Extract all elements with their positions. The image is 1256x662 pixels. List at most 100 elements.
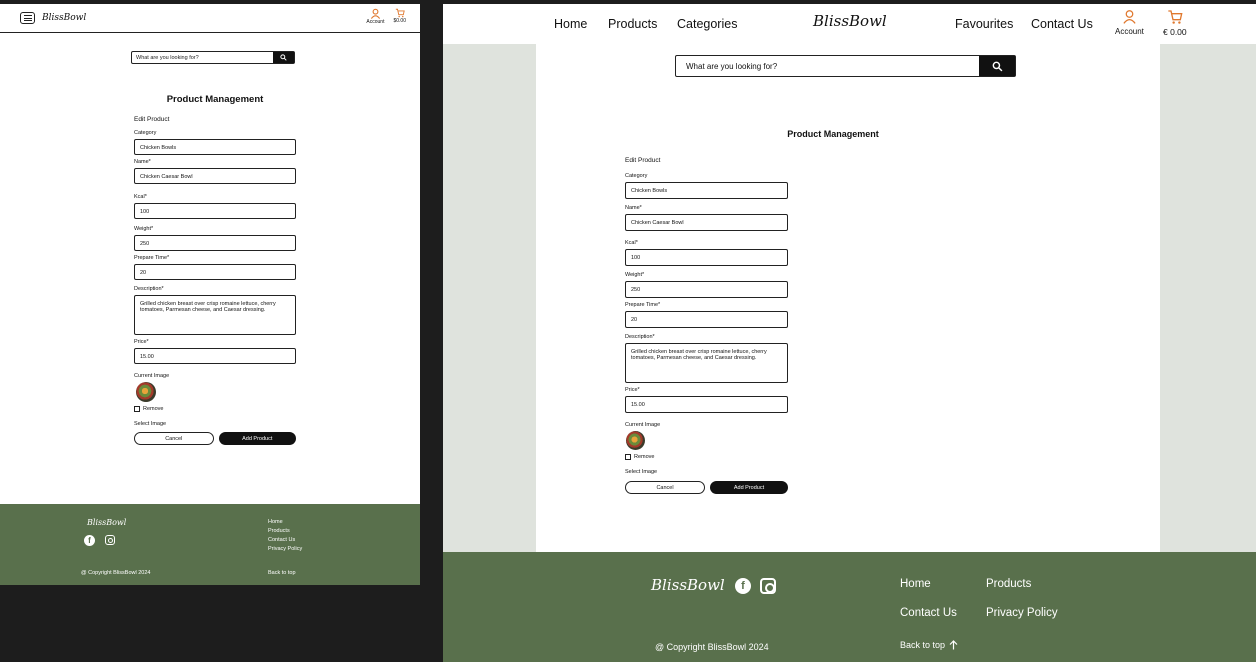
instagram-icon[interactable]: [760, 578, 776, 594]
facebook-icon[interactable]: f: [735, 578, 751, 594]
prepare-time-label: Prepare Time*: [134, 255, 170, 261]
back-to-top-link[interactable]: Back to top: [900, 640, 958, 650]
footer-link-contact[interactable]: Contact Us: [900, 607, 957, 619]
search-button[interactable]: [273, 52, 294, 63]
price-label: Price*: [134, 339, 149, 345]
name-field[interactable]: Chicken Caesar Bowl: [134, 168, 296, 184]
account-label: Account: [1115, 27, 1144, 36]
select-image-label[interactable]: Select Image: [134, 421, 296, 427]
remove-image-checkbox[interactable]: Remove: [134, 406, 296, 412]
cart-button[interactable]: € 0.00: [1163, 9, 1187, 37]
kcal-field[interactable]: 100: [625, 249, 788, 266]
page-title: Product Management: [536, 129, 1130, 139]
category-label: Category: [134, 130, 157, 136]
desktop-footer: BlissBowl f Home Products Contact Us Pri…: [443, 552, 1256, 662]
footer-logo[interactable]: BlissBowl: [651, 576, 725, 594]
cart-total: $0.00: [393, 18, 406, 24]
kcal-field[interactable]: 100: [134, 203, 296, 219]
edit-product-form: Edit Product Category Chicken Bowls Name…: [625, 157, 788, 494]
form-subtitle: Edit Product: [134, 116, 170, 123]
nav-contact[interactable]: Contact Us: [1031, 17, 1093, 31]
footer-link-privacy[interactable]: Privacy Policy: [268, 545, 302, 554]
instagram-icon[interactable]: [105, 535, 115, 545]
select-image-label[interactable]: Select Image: [625, 469, 788, 475]
weight-label: Weight*: [134, 226, 154, 232]
footer-link-privacy[interactable]: Privacy Policy: [986, 607, 1058, 619]
user-icon: [1123, 10, 1136, 24]
hamburger-menu-icon[interactable]: [20, 12, 35, 24]
nav-favourites[interactable]: Favourites: [955, 17, 1013, 31]
product-thumbnail: [136, 382, 156, 402]
copyright: @ Copyright BlissBowl 2024: [81, 570, 151, 576]
weight-field[interactable]: 250: [625, 281, 788, 298]
description-label: Description*: [625, 334, 655, 340]
name-label: Name*: [625, 205, 642, 211]
back-to-top-link[interactable]: Back to top: [268, 570, 296, 576]
search-input[interactable]: What are you looking for?: [132, 52, 273, 63]
back-to-top-label: Back to top: [900, 640, 946, 650]
footer-link-home[interactable]: Home: [268, 518, 302, 527]
category-select[interactable]: Chicken Bowls: [625, 182, 788, 199]
weight-label: Weight*: [625, 272, 645, 278]
prepare-time-label: Prepare Time*: [625, 302, 661, 308]
price-field[interactable]: 15.00: [134, 348, 296, 364]
mobile-footer: BlissBowl f Home Products Contact Us Pri…: [0, 504, 420, 585]
footer-link-products[interactable]: Products: [268, 527, 302, 536]
current-image-label: Current Image: [625, 422, 661, 428]
kcal-label: Kcal*: [625, 240, 638, 246]
form-subtitle: Edit Product: [625, 157, 661, 164]
mobile-header: BlissBowl Account $0.00: [0, 4, 420, 33]
cancel-button[interactable]: Cancel: [625, 481, 705, 494]
description-textarea[interactable]: Grilled chicken breast over crisp romain…: [134, 295, 296, 335]
cart-icon: [1168, 10, 1183, 24]
search-button[interactable]: [979, 56, 1015, 76]
nav-home[interactable]: Home: [554, 17, 587, 31]
search-input[interactable]: What are you looking for?: [676, 56, 979, 76]
category-select[interactable]: Chicken Bowls: [134, 139, 296, 155]
remove-image-checkbox[interactable]: Remove: [625, 454, 788, 460]
cart-icon: [395, 8, 405, 18]
category-label: Category: [625, 173, 648, 179]
copyright: @ Copyright BlissBowl 2024: [655, 642, 769, 652]
cart-total: € 0.00: [1163, 27, 1187, 37]
description-textarea[interactable]: Grilled chicken breast over crisp romain…: [625, 343, 788, 383]
prepare-time-field[interactable]: 20: [134, 264, 296, 280]
arrow-up-icon: [949, 640, 958, 650]
weight-field[interactable]: 250: [134, 235, 296, 251]
footer-link-products[interactable]: Products: [986, 578, 1031, 590]
footer-link-contact[interactable]: Contact Us: [268, 536, 302, 545]
facebook-icon[interactable]: f: [84, 535, 95, 546]
name-label: Name*: [134, 159, 151, 165]
kcal-label: Kcal*: [134, 194, 147, 200]
product-thumbnail: [626, 431, 645, 450]
search-bar: What are you looking for?: [131, 51, 295, 64]
desktop-view: Home Products Categories BlissBowl Favou…: [443, 4, 1256, 662]
edit-product-form: Edit Product Category Chicken Bowls Name…: [134, 116, 296, 445]
nav-products[interactable]: Products: [608, 17, 657, 31]
account-button[interactable]: Account: [1115, 9, 1144, 36]
footer-logo[interactable]: BlissBowl: [87, 518, 126, 527]
page-title: Product Management: [166, 94, 264, 105]
footer-link-home[interactable]: Home: [900, 578, 931, 590]
price-field[interactable]: 15.00: [625, 396, 788, 413]
account-button[interactable]: Account: [366, 8, 384, 25]
name-field[interactable]: Chicken Caesar Bowl: [625, 214, 788, 231]
logo[interactable]: BlissBowl: [42, 13, 86, 23]
page-title-text: Product Management: [787, 129, 879, 139]
search-icon: [992, 61, 1002, 71]
add-product-button[interactable]: Add Product: [218, 432, 296, 445]
current-image-label: Current Image: [134, 373, 170, 379]
price-label: Price*: [625, 387, 640, 393]
user-icon: [370, 8, 381, 19]
cancel-button[interactable]: Cancel: [134, 432, 214, 445]
search-bar: What are you looking for?: [675, 55, 1016, 77]
mobile-view: BlissBowl Account $0.00 What are you loo…: [0, 4, 420, 585]
nav-categories[interactable]: Categories: [677, 17, 737, 31]
add-product-button[interactable]: Add Product: [710, 481, 788, 494]
logo[interactable]: BlissBowl: [813, 12, 887, 30]
search-icon: [280, 54, 287, 61]
remove-label: Remove: [143, 406, 164, 412]
footer-links: Home Products Contact Us Privacy Policy: [268, 518, 302, 554]
cart-button[interactable]: $0.00: [393, 8, 406, 24]
prepare-time-field[interactable]: 20: [625, 311, 788, 328]
